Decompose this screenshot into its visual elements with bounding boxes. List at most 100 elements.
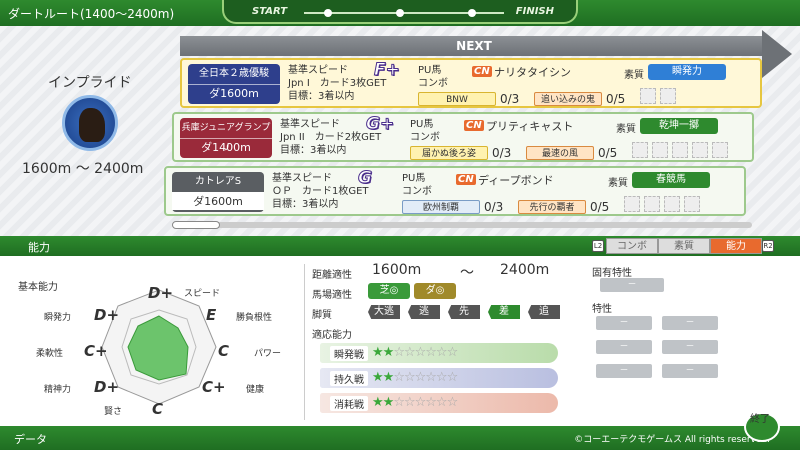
- sosh-value[interactable]: 春競馬: [632, 172, 710, 188]
- route-progress: START FINISH: [222, 0, 578, 24]
- battle-label: 瞬発戦: [330, 346, 368, 361]
- horse-avatar: [62, 95, 118, 151]
- tab-ability[interactable]: 能力: [710, 238, 762, 254]
- race-req-speed: 基準スピード: [280, 119, 340, 130]
- ability-label: パワー: [254, 349, 282, 359]
- race-badge: 全日本２歳優駿 ダ1600m: [188, 64, 280, 104]
- race-name: カトレアS: [194, 176, 242, 187]
- ability-grade: C: [152, 400, 164, 418]
- ability-label: 賢さ: [104, 407, 123, 417]
- combo-label: コンボ: [418, 78, 448, 89]
- combo-item[interactable]: BNW: [418, 92, 496, 106]
- turf-aptitude: 芝◎: [368, 283, 410, 299]
- combo-item[interactable]: 先行の覇者: [518, 200, 586, 214]
- battle-stars: ★★☆☆☆☆☆☆: [372, 370, 458, 385]
- route-node: [396, 9, 404, 17]
- ability-label: 健康: [246, 385, 265, 395]
- style-sashi: 差: [488, 305, 520, 319]
- next-arrow-icon: [762, 30, 792, 78]
- race-req-cards: Jpn I カード3枚GET: [288, 78, 387, 89]
- combo-label: コンボ: [402, 186, 432, 197]
- sosh-label: 素質: [616, 124, 636, 135]
- pu-label: PU馬: [418, 65, 442, 76]
- divider: [304, 264, 305, 420]
- race-grade: F+: [374, 60, 401, 81]
- style-label: 脚質: [312, 310, 332, 321]
- distance-apt-label: 距離適性: [312, 270, 352, 281]
- end-label[interactable]: 終了: [750, 410, 770, 425]
- combo-item[interactable]: 欧州制覇: [402, 200, 480, 214]
- combo-progress: 0/5: [606, 92, 626, 106]
- race-card[interactable]: 兵庫ジュニアグランプリ ダ1400m 基準スピード Jpn II カード2枚GE…: [172, 112, 754, 162]
- empty-slot: [624, 196, 640, 212]
- ability-grade: C: [218, 342, 230, 360]
- race-grade: G+: [365, 114, 395, 135]
- unique-trait-label: 固有特性: [592, 268, 632, 279]
- battle-label: 持久戦: [330, 371, 368, 386]
- route-start-label: START: [252, 6, 288, 17]
- race-distance: ダ1400m: [180, 138, 272, 156]
- battle-stars: ★★☆☆☆☆☆☆: [372, 395, 458, 410]
- race-distance: ダ1600m: [172, 192, 264, 210]
- combo-item[interactable]: 届かぬ後ろ姿: [410, 146, 488, 160]
- cn-icon: CN: [456, 174, 476, 185]
- race-req-target: 目標：3着以内: [288, 91, 355, 102]
- tab-bar: コンボ 素質 能力: [606, 238, 762, 254]
- sosh-label: 素質: [624, 70, 644, 81]
- race-list-scrollbar[interactable]: [172, 221, 752, 229]
- bottom-bar: データ ©コーエーテクモゲームス All rights reserved.: [0, 426, 800, 450]
- section-label: 能力: [28, 241, 50, 254]
- pu-label: PU馬: [410, 119, 434, 130]
- race-req-target: 目標：3着以内: [280, 145, 347, 156]
- distance-min: 1600m: [372, 262, 422, 278]
- sosh-label: 素質: [608, 178, 628, 189]
- ability-grade: C+: [202, 378, 226, 396]
- battle-row: 瞬発戦 ★★☆☆☆☆☆☆: [320, 343, 558, 363]
- basic-ability-title: 基本能力: [18, 282, 58, 293]
- race-req-speed: 基準スピード: [288, 65, 348, 76]
- combo-label: コンボ: [410, 132, 440, 143]
- trait-slot: －: [662, 364, 718, 378]
- ground-apt-label: 馬場適性: [312, 290, 352, 301]
- empty-slot: [632, 142, 648, 158]
- style-nige: 逃: [408, 305, 440, 319]
- combo-item[interactable]: 追い込みの鬼: [534, 92, 602, 106]
- horse-head-icon: [79, 108, 105, 142]
- sosh-value[interactable]: 乾坤一擲: [640, 118, 718, 134]
- dirt-aptitude: ダ◎: [414, 283, 456, 299]
- race-card[interactable]: カトレアS ダ1600m 基準スピード ＯＰ カード1枚GET 目標：3着以内 …: [164, 166, 746, 216]
- ability-label: スピード: [184, 289, 221, 299]
- combo-item[interactable]: 最速の風: [526, 146, 594, 160]
- tab-sosh[interactable]: 素質: [658, 238, 710, 254]
- race-grade: G: [358, 168, 373, 189]
- empty-slot: [692, 142, 708, 158]
- battle-label: 消耗戦: [330, 396, 368, 411]
- pu-horse-name: ナリタタイシン: [494, 66, 571, 79]
- empty-slot: [684, 196, 700, 212]
- race-card[interactable]: 全日本２歳優駿 ダ1600m 基準スピード Jpn I カード3枚GET 目標：…: [180, 58, 762, 108]
- empty-slot: [644, 196, 660, 212]
- style-oonige: 大逃: [368, 305, 400, 319]
- trait-label: 特性: [592, 304, 612, 315]
- ability-label: 瞬発力: [44, 313, 72, 323]
- race-badge: カトレアS ダ1600m: [172, 172, 264, 212]
- empty-slot: [652, 142, 668, 158]
- ability-label: 勝負根性: [236, 313, 273, 323]
- scrollbar-thumb[interactable]: [172, 221, 220, 229]
- race-distance: ダ1600m: [188, 84, 280, 102]
- empty-slot: [660, 88, 676, 104]
- ability-label: 柔軟性: [36, 349, 64, 359]
- data-button[interactable]: データ: [14, 431, 47, 447]
- battle-row: 持久戦 ★★☆☆☆☆☆☆: [320, 368, 558, 388]
- combo-progress: 0/3: [500, 92, 520, 106]
- battle-row: 消耗戦 ★★☆☆☆☆☆☆: [320, 393, 558, 413]
- sosh-value[interactable]: 瞬発力: [648, 64, 726, 80]
- distance-tilde: ～: [460, 265, 474, 281]
- route-node: [324, 9, 332, 17]
- race-req-cards: ＯＰ カード1枚GET: [272, 186, 369, 197]
- empty-slot: [664, 196, 680, 212]
- horse-distance-range: 1600m ～ 2400m: [22, 161, 144, 177]
- tab-combo[interactable]: コンボ: [606, 238, 658, 254]
- empty-slot: [640, 88, 656, 104]
- l2-key-icon: L2: [592, 240, 604, 252]
